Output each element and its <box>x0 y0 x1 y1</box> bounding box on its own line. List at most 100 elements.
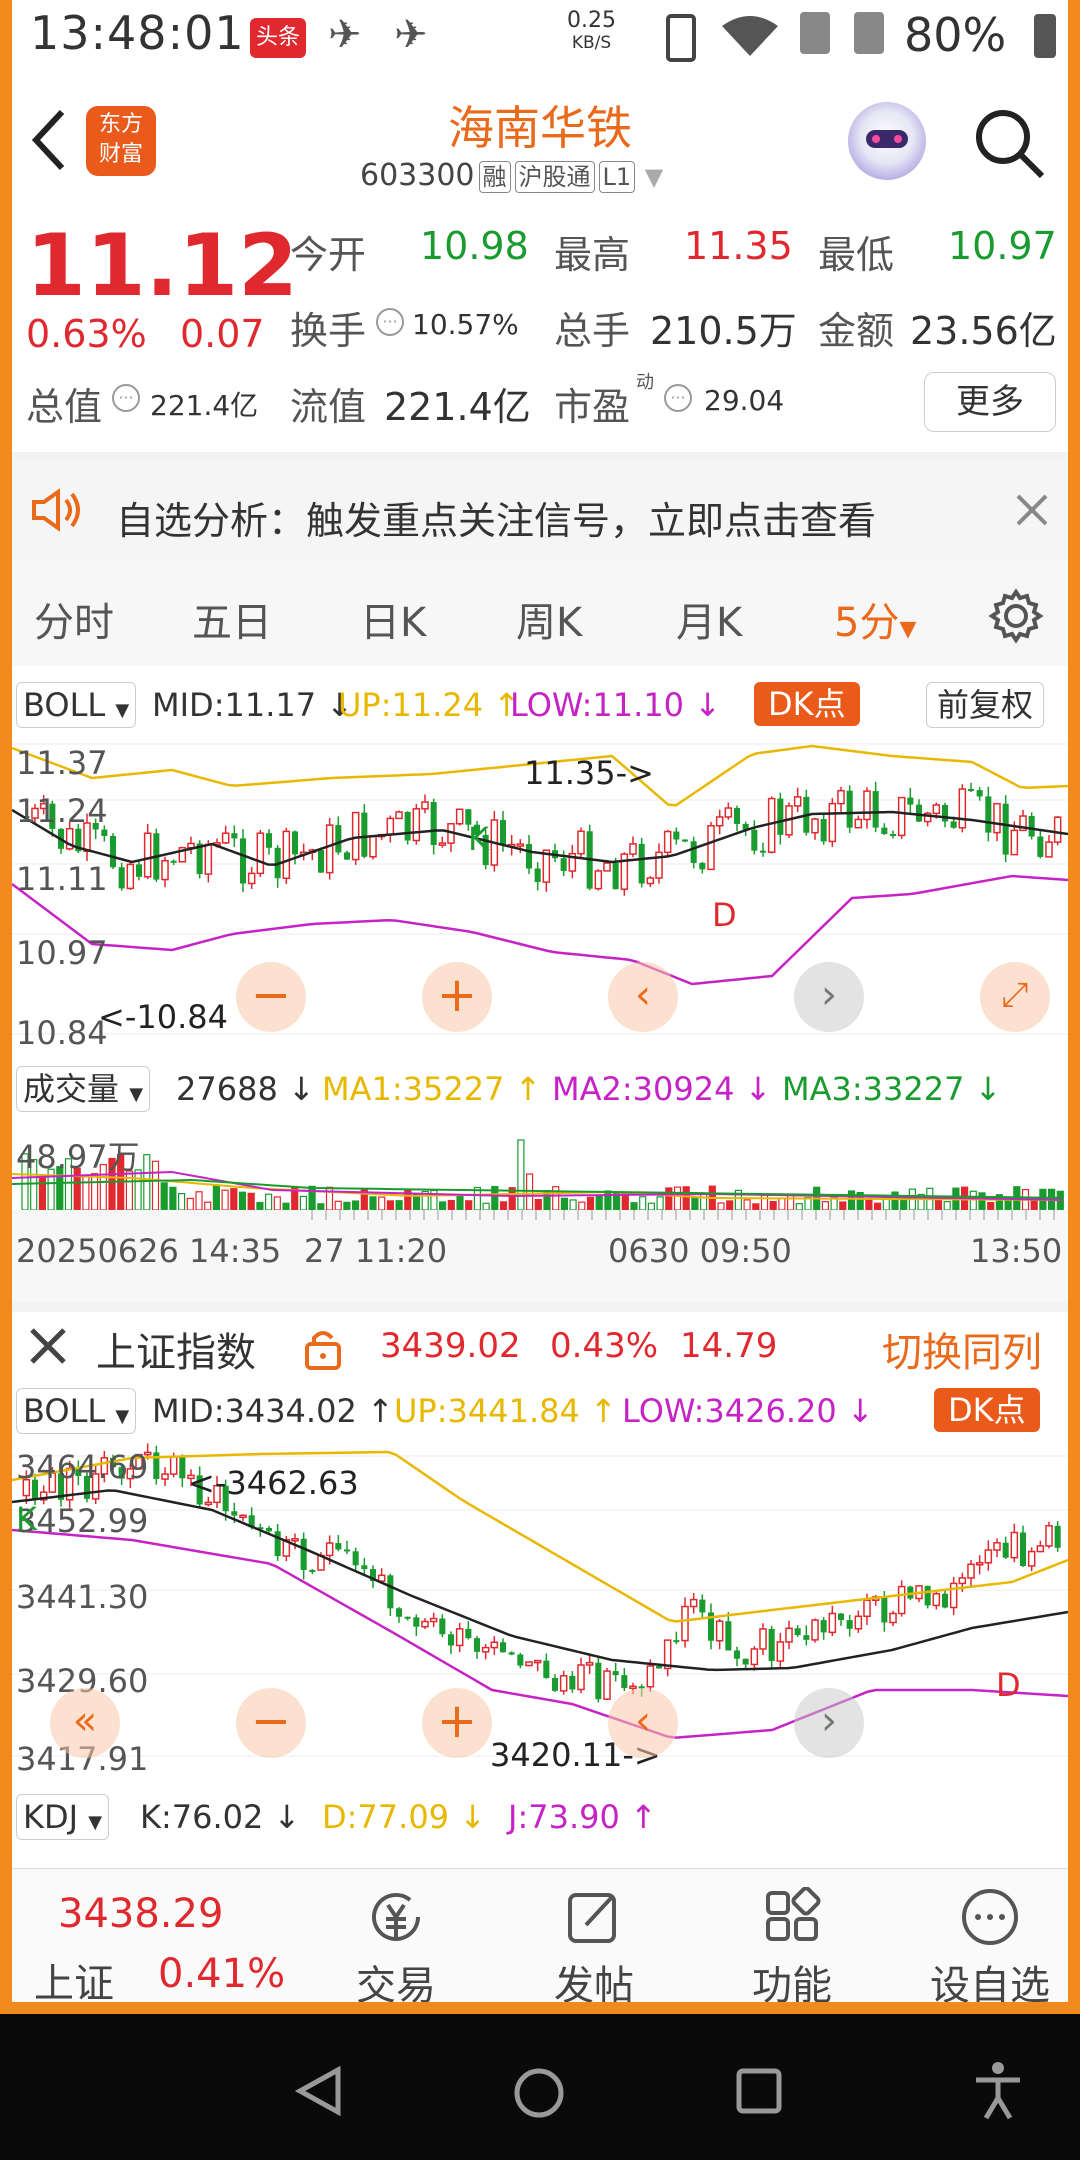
settings-gear-icon[interactable] <box>988 588 1044 644</box>
candle-body <box>941 1593 949 1608</box>
time-ticks <box>311 1210 1055 1220</box>
nav-add-watchlist[interactable]: 设自选 <box>920 1869 1060 2002</box>
index-zoom-out-button[interactable]: − <box>236 1688 306 1758</box>
main-k-chart[interactable]: 11.37 11.24 11.11 10.97 10.84 11.35-> <-… <box>12 734 1068 1056</box>
lock-icon[interactable] <box>304 1326 342 1370</box>
info-icon[interactable]: ··· <box>376 308 404 336</box>
tab-weekly-k[interactable]: 周K <box>516 590 582 648</box>
candle-body <box>473 1638 481 1652</box>
info-icon[interactable]: ··· <box>664 384 692 412</box>
back-triangle-icon[interactable] <box>294 2066 344 2116</box>
fullscreen-expand-icon[interactable]: ⤢ <box>980 962 1050 1032</box>
index-d-mark: D <box>996 1666 1021 1704</box>
volume-bar <box>386 1200 394 1210</box>
more-button[interactable]: 更多 <box>924 372 1056 432</box>
candle-body <box>1045 1525 1053 1547</box>
period-tabs: 分时 五日 日K 周K 月K 5分▼ <box>12 560 1068 666</box>
volume-select[interactable]: 成交量 ▼ <box>16 1066 151 1112</box>
volume-bar <box>569 1199 577 1210</box>
search-icon[interactable] <box>972 106 1046 180</box>
volume-bar <box>265 1193 273 1210</box>
nav-functions-label: 功能 <box>752 1963 832 2002</box>
index-scroll-left-button[interactable]: ‹ <box>608 1688 678 1758</box>
stock-header: 东方 财富 海南华铁 603300 融沪股通 L1 ▼ <box>12 76 1068 213</box>
candle-body <box>499 820 507 845</box>
dk-point-button[interactable]: DK点 <box>754 682 860 726</box>
volume-bar <box>639 1196 647 1210</box>
index-candles <box>12 1443 1068 1757</box>
candle-body <box>699 862 706 870</box>
close-icon[interactable] <box>1014 492 1050 528</box>
tab-five-min[interactable]: 5分▼ <box>834 590 916 648</box>
zoom-out-button[interactable]: − <box>236 962 306 1032</box>
candle-body <box>300 1538 307 1570</box>
nav-trade[interactable]: 交易 <box>326 1869 466 2002</box>
nav-post[interactable]: 发帖 <box>524 1869 664 2002</box>
indicator-select-label: BOLL <box>23 686 106 724</box>
time-label: 13:50 <box>970 1232 1063 1270</box>
index-zoom-in-button[interactable]: + <box>422 1688 492 1758</box>
candle-body <box>993 1542 1001 1551</box>
wifi-icon <box>722 16 778 56</box>
scroll-right-button[interactable]: › <box>794 962 864 1032</box>
candle-body <box>837 1613 845 1621</box>
kdj-indicator-bar: KDJ ▼ K:76.02 ↓ D:77.09 ↓ J:73.90 ↑ <box>12 1786 1068 1846</box>
candle-body <box>179 1456 186 1479</box>
stock-code: 603300 <box>360 158 475 193</box>
ticker-pct: 0.41% <box>158 1951 286 1997</box>
candle-body <box>612 863 619 890</box>
volume-bar <box>230 1188 238 1210</box>
volume-bar <box>873 1202 882 1210</box>
robot-assistant-icon[interactable] <box>848 102 926 180</box>
stock-code-row[interactable]: 603300 融沪股通 L1 ▼ <box>360 158 663 193</box>
volume-bar <box>499 1201 508 1210</box>
index-change: 14.79 <box>680 1326 778 1366</box>
boll-low: LOW:11.10 ↓ <box>510 686 722 724</box>
amount-label: 金额 <box>818 309 895 353</box>
kdj-select[interactable]: KDJ ▼ <box>16 1794 110 1840</box>
scroll-to-start-button[interactable]: « <box>50 1688 120 1758</box>
home-circle-icon[interactable] <box>512 2066 566 2120</box>
tab-monthly-k[interactable]: 月K <box>676 590 742 648</box>
candle-body <box>681 1605 689 1642</box>
tab-five-day[interactable]: 五日 <box>192 590 272 648</box>
candle-body <box>1028 816 1035 837</box>
scroll-left-button[interactable]: ‹ <box>608 962 678 1032</box>
zoom-in-button[interactable]: + <box>422 962 492 1032</box>
index-dk-point-button[interactable]: DK点 <box>934 1388 1040 1432</box>
candle-body <box>742 1658 749 1665</box>
accessibility-icon[interactable] <box>970 2060 1026 2122</box>
tab-daily-k[interactable]: 日K <box>360 590 426 648</box>
candle-body <box>863 790 871 821</box>
index-indicator-select[interactable]: BOLL ▼ <box>16 1388 137 1434</box>
index-ticker[interactable]: 3438.29 上证 0.41% <box>12 1869 286 2002</box>
candle-body <box>750 1648 759 1666</box>
candle-body <box>690 841 697 863</box>
candle-body <box>169 1456 178 1475</box>
close-icon[interactable] <box>28 1326 68 1366</box>
analysis-banner[interactable]: 自选分析：触发重点关注信号，立即点击查看 <box>12 452 1068 560</box>
kdj-d-text: D:77.09 <box>322 1798 450 1836</box>
candle-body <box>551 1677 559 1691</box>
candle-body <box>161 1473 169 1480</box>
index-scroll-right-button[interactable]: › <box>794 1688 864 1758</box>
candle-body <box>447 1634 455 1646</box>
info-icon[interactable]: ··· <box>112 384 140 412</box>
candle-body <box>291 831 299 855</box>
indicator-select[interactable]: BOLL ▼ <box>16 682 137 728</box>
recent-apps-icon[interactable] <box>734 2066 784 2116</box>
nav-functions[interactable]: 功能 <box>722 1869 862 2002</box>
candle-body <box>950 821 957 828</box>
index-k-chart[interactable]: 3464.69 3452.99 3441.30 3429.60 3417.91 … <box>12 1440 1068 1780</box>
tag-level: L1 <box>598 161 636 193</box>
forward-adjust-button[interactable]: 前复权 <box>926 682 1045 728</box>
candle-body <box>256 832 265 875</box>
candle-body <box>265 833 273 848</box>
switch-column-button[interactable]: 切换同列 <box>882 1320 1042 1378</box>
volume-chart[interactable]: 48.97万 <box>12 1118 1068 1210</box>
tab-intraday[interactable]: 分时 <box>34 590 114 648</box>
candle-body <box>828 1612 837 1634</box>
candle-body <box>924 1585 931 1606</box>
volume-bar <box>186 1197 194 1210</box>
tag-hk-connect: 沪股通 <box>514 161 595 193</box>
